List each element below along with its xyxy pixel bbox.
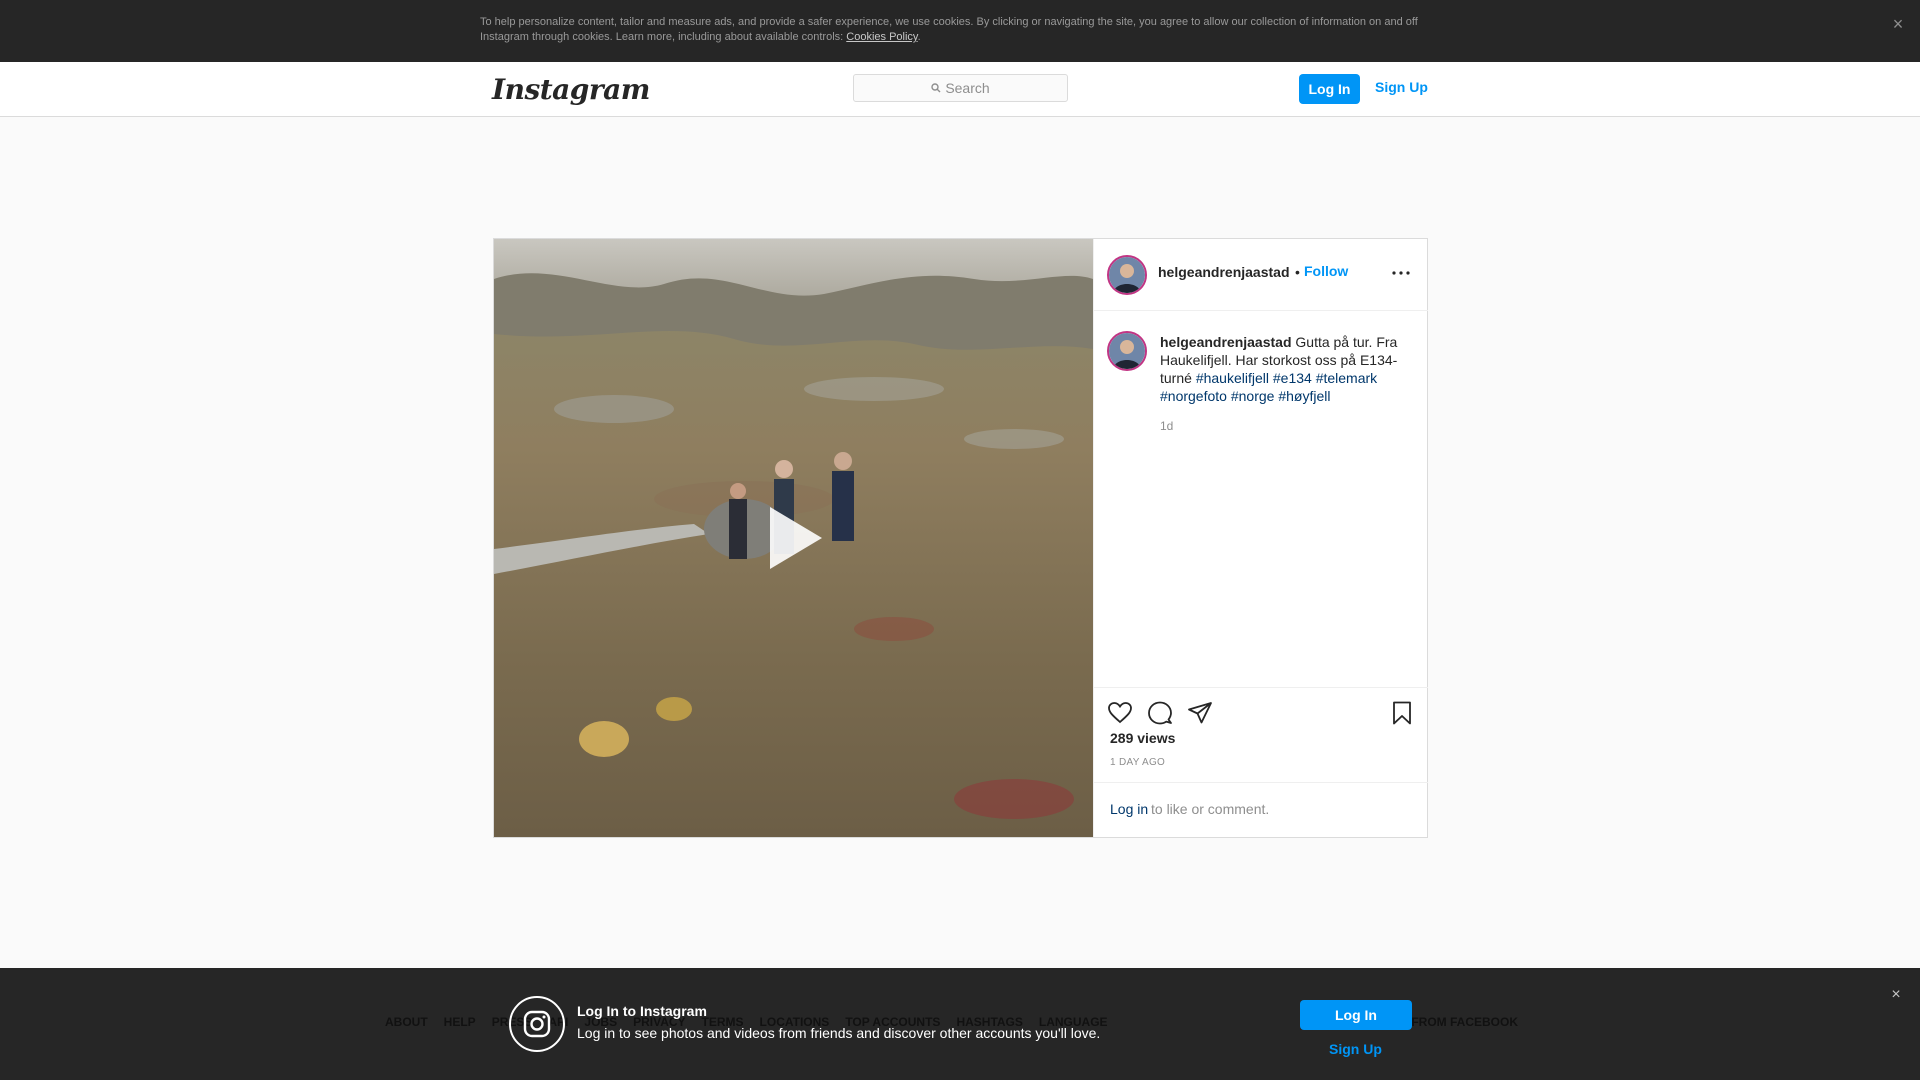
signup-link[interactable]: Sign Up — [1375, 79, 1428, 95]
cookies-policy-link[interactable]: Cookies Policy — [846, 31, 917, 43]
share-icon[interactable] — [1187, 700, 1213, 726]
login-prompt-text: to like or comment. — [1151, 801, 1270, 817]
follow-button[interactable]: Follow — [1304, 263, 1348, 279]
view-count: 289 views — [1110, 730, 1176, 746]
instagram-glyph-icon — [509, 996, 565, 1052]
cookie-suffix: . — [917, 31, 921, 43]
footer-link-help[interactable]: HELP — [444, 1015, 476, 1029]
banner-signup-link[interactable]: Sign Up — [1329, 1041, 1382, 1057]
caption-avatar[interactable] — [1107, 331, 1147, 371]
post-video[interactable] — [494, 239, 1093, 837]
banner-title: Log In to Instagram — [577, 1003, 707, 1019]
play-icon[interactable] — [758, 503, 828, 573]
top-navbar: Instagram Search Log In Sign Up — [0, 62, 1920, 117]
caption-age: 1d — [1160, 419, 1174, 433]
avatar[interactable] — [1107, 255, 1147, 295]
banner-subtitle: Log in to see photos and videos from fri… — [577, 1025, 1101, 1041]
cookie-banner: To help personalize content, tailor and … — [0, 0, 1920, 62]
more-icon[interactable] — [1389, 263, 1413, 283]
close-icon[interactable]: × — [1888, 14, 1908, 34]
post-sidebar: helgeandrenjaastad • Follow helgeandrenj… — [1093, 239, 1428, 837]
post-card: helgeandrenjaastad • Follow helgeandrenj… — [493, 238, 1428, 838]
cookie-message: To help personalize content, tailor and … — [480, 16, 1418, 43]
heart-icon[interactable] — [1107, 700, 1133, 726]
instagram-logo[interactable]: Instagram — [492, 73, 650, 106]
caption-username[interactable]: helgeandrenjaastad — [1160, 334, 1292, 350]
banner-login-button[interactable]: Log In — [1300, 1000, 1412, 1030]
search-input[interactable]: Search — [853, 74, 1068, 102]
post-caption: helgeandrenjaastad Gutta på tur. Fra Hau… — [1160, 333, 1410, 405]
post-timestamp: 1 DAY AGO — [1110, 757, 1166, 768]
hashtag[interactable]: #norge — [1231, 388, 1275, 404]
cookie-text: To help personalize content, tailor and … — [480, 15, 1420, 45]
footer-link-about[interactable]: ABOUT — [385, 1015, 428, 1029]
comment-icon[interactable] — [1147, 700, 1173, 726]
hashtag[interactable]: #haukelifjell — [1196, 370, 1269, 386]
hashtag[interactable]: #telemark — [1316, 370, 1377, 386]
post-header: helgeandrenjaastad • Follow — [1094, 239, 1428, 311]
search-placeholder: Search — [945, 80, 990, 96]
post-username[interactable]: helgeandrenjaastad — [1158, 264, 1290, 280]
footer-facebook-text: M FROM FACEBOOK — [1398, 1015, 1518, 1029]
comment-prompt: Log in to like or comment. — [1094, 782, 1428, 837]
hashtag[interactable]: #norgefoto — [1160, 388, 1227, 404]
separator-dot: • — [1295, 264, 1300, 280]
bookmark-icon[interactable] — [1389, 700, 1415, 726]
search-icon — [931, 83, 941, 93]
login-button[interactable]: Log In — [1299, 74, 1360, 104]
hashtag[interactable]: #høyfjell — [1278, 388, 1330, 404]
post-actions: 289 views 1 DAY AGO — [1094, 687, 1428, 781]
login-banner: ABOUT HELP PRESS API JOBS PRIVACY TERMS … — [0, 968, 1920, 1080]
login-link[interactable]: Log in — [1110, 801, 1148, 817]
banner-close-icon[interactable]: × — [1886, 985, 1906, 1005]
hashtag[interactable]: #e134 — [1273, 370, 1312, 386]
